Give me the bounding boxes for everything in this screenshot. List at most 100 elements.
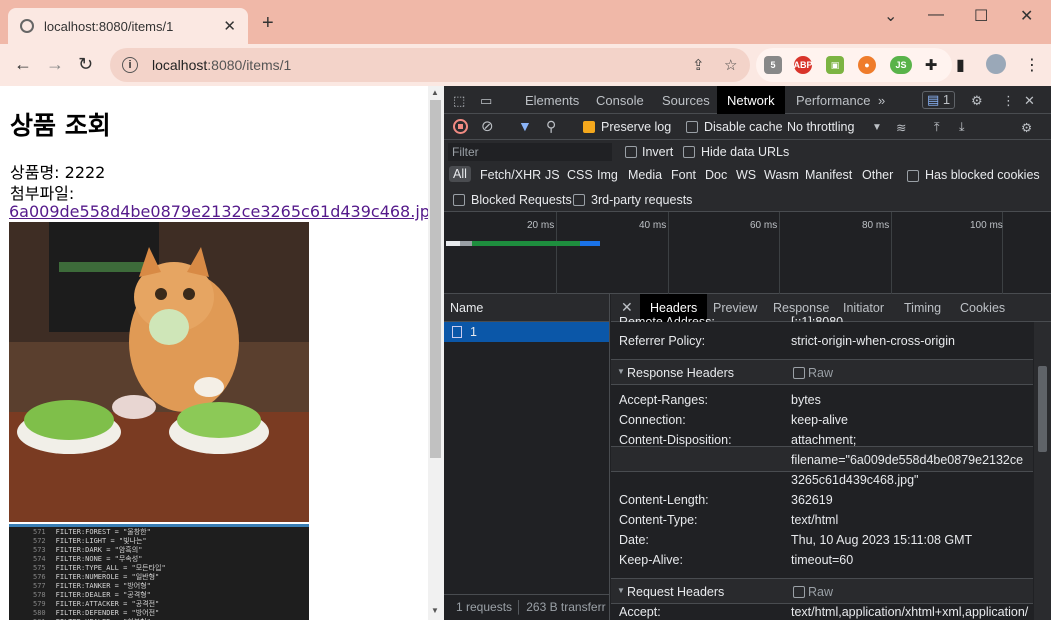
- raw-label: Raw: [808, 585, 834, 599]
- upload-icon[interactable]: ⤒: [934, 120, 940, 135]
- page-scrollbar[interactable]: ▲ ▼: [428, 86, 444, 620]
- tab-elements[interactable]: Elements: [525, 93, 579, 108]
- avatar[interactable]: [986, 54, 1006, 74]
- detail-scrollbar[interactable]: [1034, 322, 1051, 620]
- type-ws[interactable]: WS: [736, 168, 756, 182]
- type-js[interactable]: JS: [545, 168, 560, 182]
- header-key: Content-Length:: [619, 493, 709, 507]
- image-extension-icon[interactable]: ▣: [826, 56, 844, 74]
- hide-data-urls-checkbox[interactable]: [683, 146, 695, 158]
- tab-console[interactable]: Console: [596, 93, 644, 108]
- header-key: Accept:: [619, 605, 661, 619]
- request-detail: ✕ Headers Preview Response Initiator Tim…: [611, 294, 1051, 620]
- browser-toolbar: ← → ↻ i localhost:8080/items/1 ⇪ ☆ 5 ABP…: [0, 44, 1051, 86]
- more-tabs-icon[interactable]: »: [878, 93, 885, 108]
- close-window-button[interactable]: ✕: [1020, 6, 1033, 26]
- tab-initiator[interactable]: Initiator: [843, 301, 884, 315]
- scrollbar-thumb[interactable]: [430, 100, 441, 458]
- throttling-select[interactable]: No throttling: [787, 120, 854, 134]
- filter-icon[interactable]: ▼: [518, 118, 532, 134]
- new-tab-button[interactable]: +: [262, 12, 274, 35]
- throttling-dropdown-icon[interactable]: ▼: [872, 122, 882, 133]
- record-stop-icon[interactable]: [453, 119, 468, 134]
- download-icon[interactable]: ⤓: [959, 120, 965, 135]
- settings-gear-icon[interactable]: ⚙: [971, 93, 983, 109]
- disable-cache-checkbox[interactable]: [686, 121, 698, 133]
- network-conditions-icon[interactable]: ≋: [896, 120, 906, 135]
- filter-input[interactable]: Filter: [448, 143, 612, 161]
- address-bar[interactable]: i localhost:8080/items/1 ⇪ ☆: [110, 48, 750, 82]
- code-line: 573 FILTER:DARK = "암흑의": [9, 545, 309, 554]
- header-key: Keep-Alive:: [619, 553, 683, 567]
- browser-tab[interactable]: localhost:8080/items/1 ✕: [8, 8, 248, 44]
- has-blocked-cookies-checkbox[interactable]: [907, 170, 919, 182]
- tab-response[interactable]: Response: [773, 301, 829, 315]
- site-info-icon[interactable]: i: [122, 57, 138, 73]
- line-number: 578: [33, 591, 46, 599]
- close-detail-icon[interactable]: ✕: [621, 299, 633, 316]
- issues-badge[interactable]: ▤ 1: [922, 91, 956, 109]
- type-media[interactable]: Media: [628, 168, 662, 182]
- kebab-menu-icon[interactable]: ⋮: [1002, 93, 1015, 109]
- request-row[interactable]: 1: [444, 322, 609, 342]
- type-doc[interactable]: Doc: [705, 168, 727, 182]
- blocked-requests-checkbox[interactable]: [453, 194, 465, 206]
- minimize-button[interactable]: —: [928, 6, 944, 24]
- clear-icon[interactable]: ⊘: [481, 117, 494, 135]
- header-value: timeout=60: [791, 553, 854, 567]
- raw-checkbox[interactable]: [793, 586, 805, 598]
- orange-extension-icon[interactable]: ●: [858, 56, 876, 74]
- network-settings-icon[interactable]: ⚙: [1021, 120, 1032, 135]
- menu-icon[interactable]: ⋮: [1024, 55, 1040, 75]
- response-headers-section[interactable]: ▼ Response Headers Raw: [611, 359, 1033, 385]
- type-fetch-xhr[interactable]: Fetch/XHR: [480, 168, 541, 182]
- devtools-panel: ⬚ ▭ Elements Console Sources Network Per…: [444, 86, 1051, 620]
- device-toggle-icon[interactable]: ▭: [480, 93, 492, 109]
- name-column-header[interactable]: Name: [444, 294, 609, 322]
- type-all[interactable]: All: [449, 166, 471, 182]
- share-icon[interactable]: ⇪: [692, 56, 705, 74]
- request-headers-section[interactable]: ▼ Request Headers Raw: [611, 578, 1033, 604]
- html5-extension-icon[interactable]: 5: [764, 56, 782, 74]
- tab-preview[interactable]: Preview: [713, 301, 757, 315]
- tab-network[interactable]: Network: [717, 86, 785, 114]
- code-line: 579 FILTER:ATTACKER = "공격전": [9, 599, 309, 608]
- maximize-button[interactable]: ☐: [974, 6, 988, 26]
- code-line: 571 FILTER:FOREST = "울창한": [9, 527, 309, 536]
- tab-timing[interactable]: Timing: [904, 301, 941, 315]
- adblock-plus-icon[interactable]: ABP: [794, 56, 813, 74]
- close-tab-icon[interactable]: ✕: [223, 17, 236, 35]
- tab-cookies[interactable]: Cookies: [960, 301, 1005, 315]
- type-font[interactable]: Font: [671, 168, 696, 182]
- scroll-down-icon[interactable]: ▼: [431, 606, 439, 615]
- back-button[interactable]: ←: [14, 54, 32, 75]
- bookmark-star-icon[interactable]: ☆: [724, 56, 737, 74]
- type-manifest[interactable]: Manifest: [805, 168, 852, 182]
- type-wasm[interactable]: Wasm: [764, 168, 799, 182]
- network-timeline[interactable]: 20 ms 40 ms 60 ms 80 ms 100 ms: [444, 212, 1051, 294]
- preserve-log-checkbox[interactable]: [583, 121, 595, 133]
- timeline-tick: 80 ms: [862, 220, 890, 231]
- third-party-checkbox[interactable]: [573, 194, 585, 206]
- close-devtools-icon[interactable]: ✕: [1024, 93, 1035, 109]
- header-value: strict-origin-when-cross-origin: [791, 334, 955, 348]
- reload-button[interactable]: ↻: [78, 54, 93, 75]
- type-other[interactable]: Other: [862, 168, 893, 182]
- extensions-area: 5 ABP ▣ ● JS ✚: [756, 48, 952, 82]
- search-icon[interactable]: ⚲: [546, 118, 556, 135]
- type-img[interactable]: Img: [597, 168, 618, 182]
- inspect-icon[interactable]: ⬚: [453, 93, 465, 109]
- raw-checkbox[interactable]: [793, 367, 805, 379]
- scrollbar-thumb[interactable]: [1038, 366, 1047, 452]
- invert-checkbox[interactable]: [625, 146, 637, 158]
- tab-sources[interactable]: Sources: [662, 93, 710, 108]
- tab-performance[interactable]: Performance: [796, 93, 870, 108]
- type-css[interactable]: CSS: [567, 168, 593, 182]
- puzzle-icon[interactable]: ✚: [922, 56, 940, 74]
- js-extension-icon[interactable]: JS: [890, 56, 912, 74]
- scroll-up-icon[interactable]: ▲: [431, 88, 439, 97]
- attachment-link[interactable]: 6a009de558d4be0879e2132ce3265c61d439c468…: [9, 202, 428, 221]
- chevron-down-icon[interactable]: ⌄: [884, 6, 897, 26]
- forward-button[interactable]: →: [46, 54, 64, 75]
- side-panel-icon[interactable]: ▮: [956, 55, 965, 75]
